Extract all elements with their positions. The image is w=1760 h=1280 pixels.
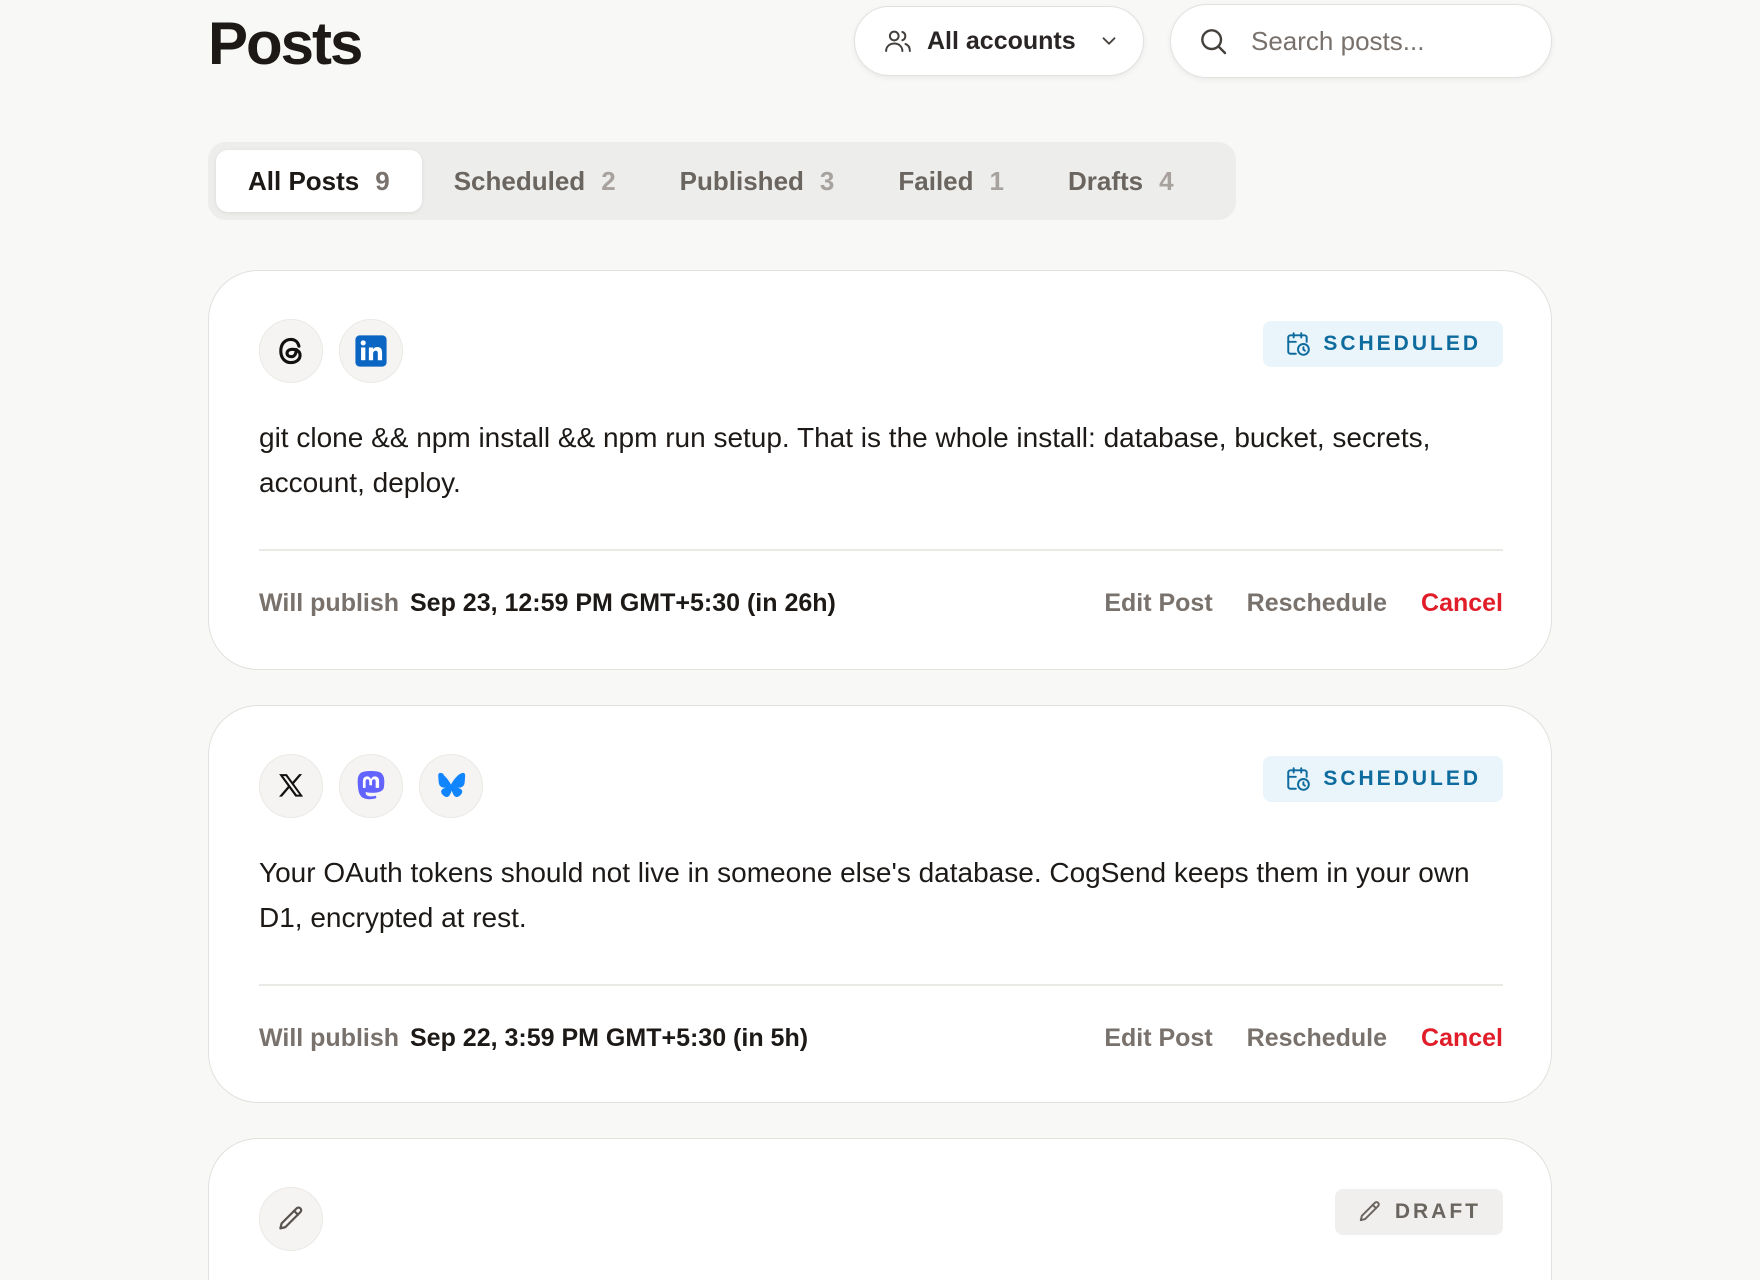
tab-count: 1 [989, 165, 1004, 196]
post-actions: Edit Post Reschedule Cancel [1104, 589, 1503, 618]
tab-count: 2 [601, 165, 616, 196]
reschedule-button[interactable]: Reschedule [1247, 1024, 1387, 1053]
tab-label: All Posts [248, 165, 360, 196]
cancel-button[interactable]: Cancel [1421, 1024, 1503, 1053]
tab-failed[interactable]: Failed 1 [866, 150, 1036, 212]
post-card: SCHEDULED git clone && npm install && np… [208, 270, 1552, 670]
chevron-down-icon [1098, 30, 1120, 52]
divider [259, 984, 1503, 986]
page-title: Posts [208, 10, 363, 77]
accounts-filter-button[interactable]: All accounts [854, 6, 1144, 76]
status-label: SCHEDULED [1323, 332, 1481, 355]
tab-published[interactable]: Published 3 [648, 150, 867, 212]
status-badge: SCHEDULED [1263, 756, 1503, 802]
post-card: SCHEDULED Your OAuth tokens should not l… [208, 705, 1552, 1103]
publish-time: Sep 22, 3:59 PM GMT+5:30 (in 5h) [410, 1024, 809, 1052]
edit-post-button[interactable]: Edit Post [1104, 1024, 1212, 1053]
publish-label: Will publish [259, 589, 400, 617]
platform-list [259, 1187, 323, 1251]
calendar-clock-icon [1285, 766, 1311, 792]
bluesky-icon [419, 754, 483, 818]
threads-icon [259, 319, 323, 383]
platform-list [259, 319, 403, 383]
search-box [1170, 4, 1552, 78]
tab-scheduled[interactable]: Scheduled 2 [422, 150, 648, 212]
reschedule-button[interactable]: Reschedule [1247, 589, 1387, 618]
divider [259, 549, 1503, 551]
search-icon [1197, 25, 1229, 57]
publish-label: Will publish [259, 1024, 400, 1052]
post-text: Your OAuth tokens should not live in som… [259, 857, 1470, 933]
post-card: DRAFT [208, 1138, 1552, 1280]
platform-list [259, 754, 483, 818]
tab-label: Drafts [1068, 165, 1144, 196]
status-badge: SCHEDULED [1263, 321, 1503, 367]
edit-post-button[interactable]: Edit Post [1104, 589, 1212, 618]
publish-info: Will publish Sep 23, 12:59 PM GMT+5:30 (… [259, 589, 836, 618]
post-text: git clone && npm install && npm run setu… [259, 422, 1431, 498]
posts-page: Posts All accounts All Posts 9 Scheduled [0, 0, 1760, 1280]
users-icon [883, 26, 913, 56]
status-label: SCHEDULED [1323, 767, 1481, 790]
x-icon [259, 754, 323, 818]
mastodon-icon [339, 754, 403, 818]
tab-all-posts[interactable]: All Posts 9 [216, 150, 422, 212]
tab-count: 3 [819, 165, 835, 196]
tab-count: 9 [375, 165, 390, 196]
pencil-icon [259, 1187, 323, 1251]
tab-drafts[interactable]: Drafts 4 [1036, 150, 1206, 212]
status-label: DRAFT [1394, 1200, 1481, 1223]
tab-label: Failed [898, 165, 974, 196]
search-input[interactable] [1251, 25, 1521, 57]
calendar-clock-icon [1285, 331, 1311, 357]
publish-time: Sep 23, 12:59 PM GMT+5:30 (in 26h) [410, 589, 836, 617]
publish-info: Will publish Sep 22, 3:59 PM GMT+5:30 (i… [259, 1024, 808, 1053]
tab-label: Published [679, 165, 804, 196]
tab-label: Scheduled [453, 165, 586, 196]
tab-count: 4 [1159, 165, 1174, 196]
pencil-icon [1357, 1199, 1383, 1225]
cancel-button[interactable]: Cancel [1421, 589, 1503, 618]
status-badge: DRAFT [1334, 1189, 1503, 1235]
linkedin-icon [339, 319, 403, 383]
post-actions: Edit Post Reschedule Cancel [1104, 1024, 1503, 1053]
post-filter-tabs: All Posts 9 Scheduled 2 Published 3 Fail… [208, 142, 1236, 220]
accounts-filter-label: All accounts [927, 26, 1076, 55]
